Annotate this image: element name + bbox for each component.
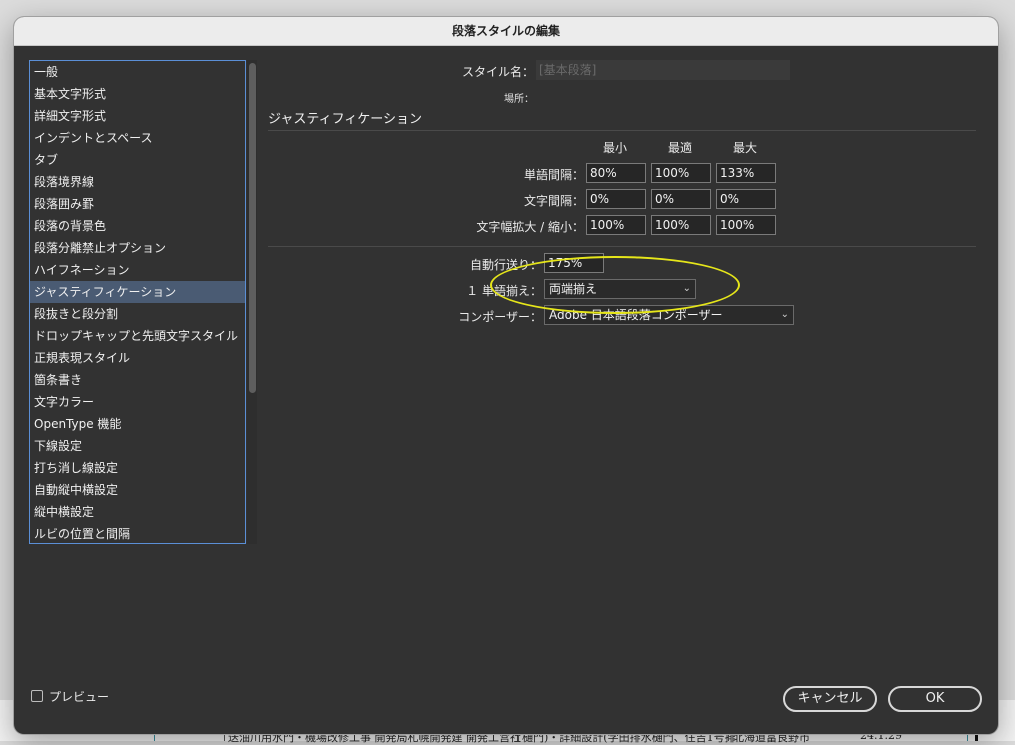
- cancel-button[interactable]: キャンセル: [783, 686, 877, 712]
- category-list[interactable]: 一般 基本文字形式 詳細文字形式 インデントとスペース タブ 段落境界線 段落囲…: [29, 60, 246, 544]
- sidebar-item-paragraph-border[interactable]: 段落囲み罫: [30, 193, 245, 215]
- section-divider: [268, 246, 976, 247]
- sidebar-item-character-color[interactable]: 文字カラー: [30, 391, 245, 413]
- style-name-label: スタイル名：: [461, 65, 534, 79]
- glyph-scaling-max-field[interactable]: 100%: [716, 215, 776, 235]
- sidebar-item-bullets-and-numbering[interactable]: 箇条書き: [30, 369, 245, 391]
- sidebar-item-advanced-character-formats[interactable]: 詳細文字形式: [30, 105, 245, 127]
- letter-spacing-desired-field[interactable]: 0%: [651, 189, 711, 209]
- ok-button[interactable]: OK: [888, 686, 982, 712]
- style-name-field[interactable]: [基本段落]: [536, 60, 790, 80]
- sidebar-item-paragraph-shading[interactable]: 段落の背景色: [30, 215, 245, 237]
- sidebar-item-underline-options[interactable]: 下線設定: [30, 435, 245, 457]
- chevron-down-icon: ⌄: [780, 309, 789, 320]
- single-word-justification-select[interactable]: 両端揃え ⌄: [544, 279, 696, 299]
- sidebar-item-span-columns[interactable]: 段抜きと段分割: [30, 303, 245, 325]
- sidebar-item-grep-style[interactable]: 正規表現スタイル: [30, 347, 245, 369]
- sidebar-item-auto-tate-chu-yoko[interactable]: 自動縦中横設定: [30, 479, 245, 501]
- glyph-scaling-desired-field[interactable]: 100%: [651, 215, 711, 235]
- sidebar-item-tate-chu-yoko[interactable]: 縦中横設定: [30, 501, 245, 523]
- section-title: ジャスティフィケーション: [268, 112, 423, 127]
- letter-spacing-label: 文字間隔：: [523, 194, 584, 208]
- sidebar-item-hyphenation[interactable]: ハイフネーション: [30, 259, 245, 281]
- word-spacing-desired-field[interactable]: 100%: [651, 163, 711, 183]
- sidebar-item-ruby-placement[interactable]: ルビの位置と間隔: [30, 523, 245, 543]
- sidebar-item-basic-character-formats[interactable]: 基本文字形式: [30, 83, 245, 105]
- glyph-scaling-label: 文字幅拡大 / 縮小：: [476, 220, 584, 234]
- single-word-justification-value: 両端揃え: [549, 282, 598, 296]
- auto-leading-label: 自動行送り：: [469, 258, 542, 272]
- sidebar-scrollbar-thumb[interactable]: [249, 63, 256, 393]
- sidebar-item-indents-and-spacing[interactable]: インデントとスペース: [30, 127, 245, 149]
- sidebar-item-strikethrough-options[interactable]: 打ち消し線設定: [30, 457, 245, 479]
- sidebar-item-general[interactable]: 一般: [30, 61, 245, 83]
- location-label: 場所：: [504, 94, 534, 105]
- letter-spacing-max-field[interactable]: 0%: [716, 189, 776, 209]
- chevron-down-icon: ⌄: [682, 283, 691, 294]
- word-spacing-label: 単語間隔：: [523, 168, 584, 182]
- single-word-justification-label: １ 単語揃え：: [466, 284, 542, 298]
- column-header-desired: 最適: [667, 141, 692, 155]
- sidebar-item-justification[interactable]: ジャスティフィケーション: [30, 281, 245, 303]
- composer-label: コンポーザー：: [458, 310, 542, 324]
- glyph-scaling-min-field[interactable]: 100%: [586, 215, 646, 235]
- preview-label: プレビュー: [49, 690, 110, 704]
- dialog-title: 段落スタイルの編集: [14, 17, 998, 46]
- word-spacing-max-field[interactable]: 133%: [716, 163, 776, 183]
- section-divider: [268, 130, 976, 131]
- composer-value: Adobe 日本語段落コンポーザー: [549, 308, 723, 322]
- sidebar-item-opentype-features[interactable]: OpenType 機能: [30, 413, 245, 435]
- auto-leading-field[interactable]: 175%: [544, 253, 604, 273]
- word-spacing-min-field[interactable]: 80%: [586, 163, 646, 183]
- sidebar-item-keep-options[interactable]: 段落分離禁止オプション: [30, 237, 245, 259]
- checkbox-icon[interactable]: [31, 690, 43, 702]
- letter-spacing-min-field[interactable]: 0%: [586, 189, 646, 209]
- preview-checkbox[interactable]: プレビュー: [31, 688, 109, 705]
- sidebar-item-tabs[interactable]: タブ: [30, 149, 245, 171]
- paragraph-style-dialog: 段落スタイルの編集 一般 基本文字形式 詳細文字形式 インデントとスペース タブ…: [14, 17, 998, 734]
- sidebar-item-drop-caps[interactable]: ドロップキャップと先頭文字スタイル: [30, 325, 245, 347]
- sidebar-item-paragraph-rules[interactable]: 段落境界線: [30, 171, 245, 193]
- composer-select[interactable]: Adobe 日本語段落コンポーザー ⌄: [544, 305, 794, 325]
- column-header-minimum: 最小: [602, 141, 627, 155]
- column-header-maximum: 最大: [732, 141, 757, 155]
